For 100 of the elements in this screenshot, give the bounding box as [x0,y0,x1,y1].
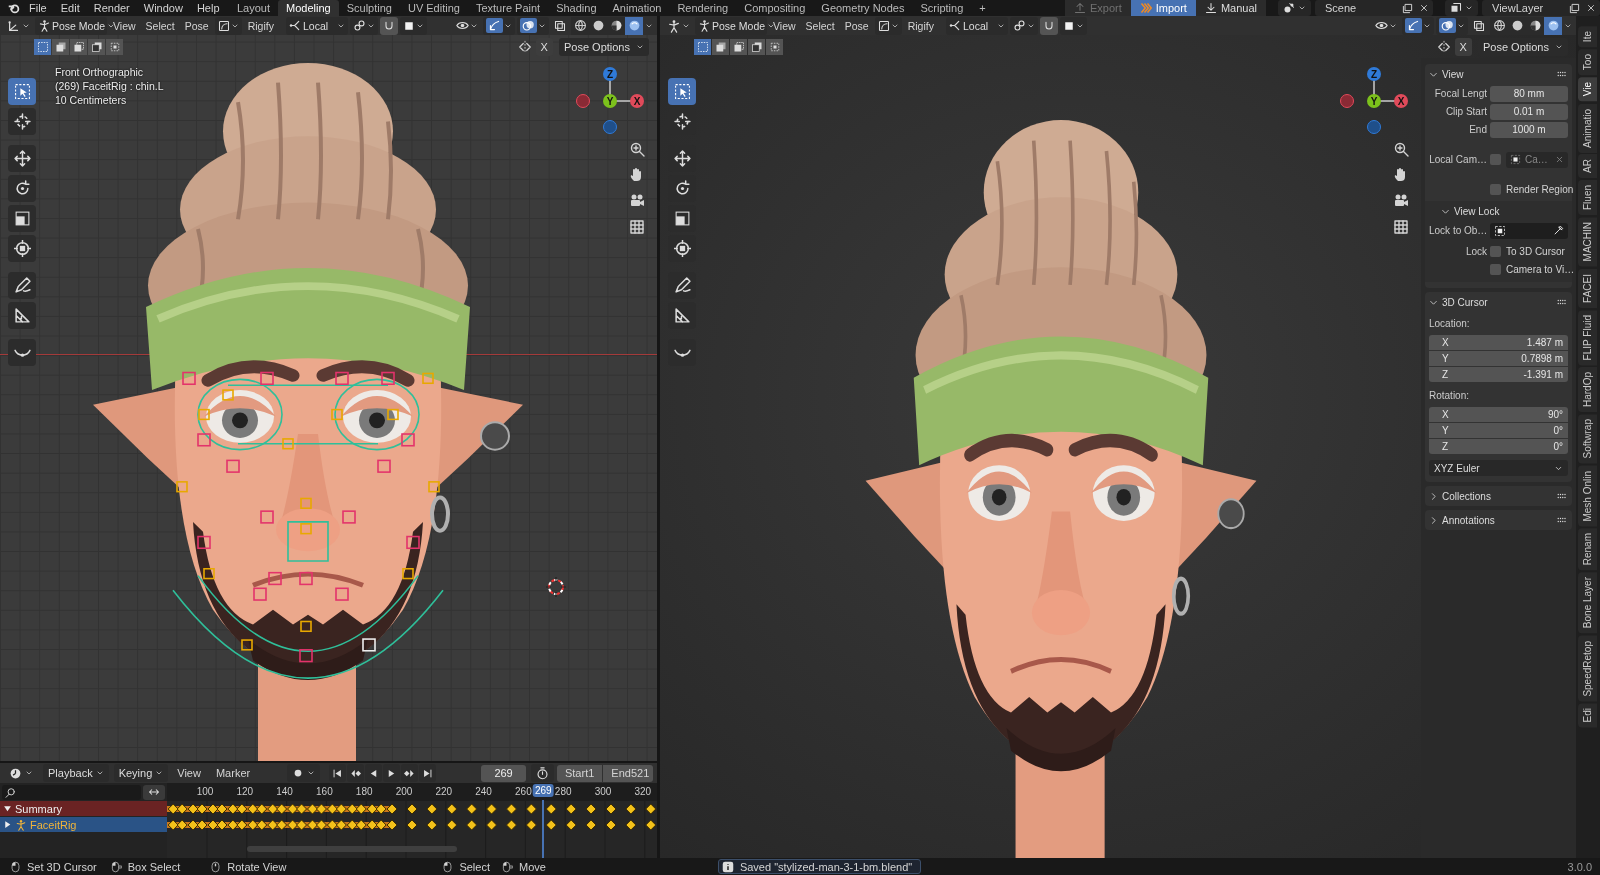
sidebar-tab[interactable]: Ite [1578,26,1597,48]
tool-button[interactable] [8,302,36,329]
snap-target-dropdown[interactable] [399,16,427,35]
number-field[interactable]: 1000 m [1490,121,1568,138]
select-mode-button[interactable] [748,38,765,55]
workspace-tab[interactable]: Shading [548,0,605,16]
sidebar-tab[interactable]: Vie [1578,77,1597,102]
checkbox[interactable] [1490,264,1501,275]
mirror-x-toggle[interactable]: X [535,37,553,56]
vector-field[interactable]: Y 0.7898 m [1429,351,1568,366]
menu-item[interactable]: Edit [60,2,94,14]
view-layer-field[interactable]: ViewLayer [1482,0,1600,16]
close-icon[interactable] [1586,3,1596,13]
workspace-tab[interactable]: Modeling [278,0,339,16]
copy-icon[interactable] [1402,2,1413,14]
tool-button[interactable] [8,235,36,262]
sidebar-tab[interactable]: Fluen [1578,180,1597,216]
camera-icon[interactable] [1393,193,1409,209]
snap-toggle[interactable] [379,16,398,35]
playback-button[interactable] [347,764,365,782]
addon-button[interactable]: Import [1130,0,1196,16]
menu-item[interactable]: Pose [180,19,213,32]
scene-field[interactable]: Scene [1315,0,1433,16]
menu-item[interactable]: Pose [840,19,873,32]
grid-icon[interactable] [1393,219,1409,235]
select-mode-button[interactable] [70,38,87,55]
keyframes-drawing[interactable] [167,803,657,831]
sidebar-tab[interactable]: HardOp [1578,367,1597,413]
workspace-tab[interactable]: Rendering [669,0,737,16]
menu-item[interactable]: Render [93,2,144,14]
overlay-dropdown[interactable] [1436,16,1468,35]
playback-button[interactable] [419,764,437,782]
panel-header[interactable]: 3D Cursor [1429,292,1568,312]
copy-icon[interactable] [1569,2,1580,14]
panel-header[interactable]: Collections [1429,486,1568,506]
tool-button[interactable] [8,145,36,172]
menu-item[interactable]: View [171,767,207,779]
zoom-icon[interactable] [629,141,645,157]
select-mode-button[interactable] [34,38,51,55]
overlay-dropdown[interactable] [517,16,549,35]
addon-button[interactable]: Manual [1195,0,1266,16]
current-frame-field[interactable]: 269 [481,764,526,782]
frame-range-field[interactable]: Start1 [556,764,603,782]
sidebar-tab[interactable]: Softwrap [1578,414,1597,464]
record-button[interactable] [287,764,321,782]
axis-gizmo-drawing[interactable] [576,67,644,134]
bone-dropdown[interactable] [214,16,242,35]
number-field[interactable]: 0.01 m [1490,103,1568,120]
checkbox[interactable] [1490,154,1501,165]
playback-button[interactable] [383,764,401,782]
pivot-dropdown[interactable] [349,16,378,35]
panel-header[interactable]: View [1429,64,1568,84]
workspace-tab[interactable]: Scripting [912,0,972,16]
sidebar-tab[interactable]: Renam [1578,528,1597,571]
scene-type-dropdown[interactable] [1278,0,1311,16]
select-mode-button[interactable] [766,38,783,55]
channel-row[interactable]: FaceitRig [0,817,167,832]
shading-button[interactable] [1544,16,1562,35]
sidebar-tab[interactable]: FACEI [1578,268,1597,308]
triangle-right-icon[interactable] [3,820,12,829]
orientation-dropdown[interactable]: Local [945,16,1008,35]
workspace-tab[interactable]: Sculpting [338,0,400,16]
tool-button[interactable] [8,108,36,135]
camera-icon[interactable] [629,193,645,209]
menu-item[interactable]: Select [141,19,179,32]
menu-item[interactable]: View [769,19,800,32]
shading-button[interactable] [607,16,625,35]
select-mode-button[interactable] [730,38,747,55]
close-icon[interactable] [1419,3,1429,13]
mirror-icon[interactable] [517,39,532,54]
shading-button[interactable] [625,16,643,35]
timer-button[interactable] [530,764,554,782]
select-mode-button[interactable] [106,38,123,55]
pivot-dropdown[interactable] [1009,16,1038,35]
channel-row[interactable]: Summary [0,801,167,816]
select-mode-button[interactable] [52,38,69,55]
workspace-tab[interactable]: UV Editing [399,0,468,16]
axis-gizmo-drawing[interactable] [1340,67,1408,134]
search-field[interactable] [2,784,141,800]
menu-item[interactable]: Select [801,19,839,32]
vector-field[interactable]: Z -1.391 m [1429,367,1568,382]
mirror-icon[interactable] [1436,39,1451,54]
gizmo-dropdown[interactable] [1402,16,1434,35]
bone-dropdown[interactable] [874,16,902,35]
panel-header[interactable]: Annotations [1429,510,1568,530]
shading-button[interactable] [571,16,589,35]
tool-button[interactable] [8,339,36,366]
gizmo-dropdown[interactable] [483,16,515,35]
zoom-icon[interactable] [1393,141,1409,157]
playback-button[interactable] [401,764,419,782]
menu-item[interactable]: Rigify [243,19,278,32]
sidebar-tab[interactable]: Edi [1578,703,1597,728]
menu-item[interactable]: Rigify [903,19,938,32]
checkbox[interactable] [1490,246,1501,257]
sidebar-tab[interactable]: AR [1578,154,1597,179]
swap-button[interactable] [143,784,165,800]
frame-range-field[interactable]: End521 [603,764,653,782]
scrollbar[interactable] [247,846,457,852]
sidebar-tab[interactable]: Mesh Onlin [1578,465,1597,527]
menu-item[interactable]: File [29,2,61,14]
